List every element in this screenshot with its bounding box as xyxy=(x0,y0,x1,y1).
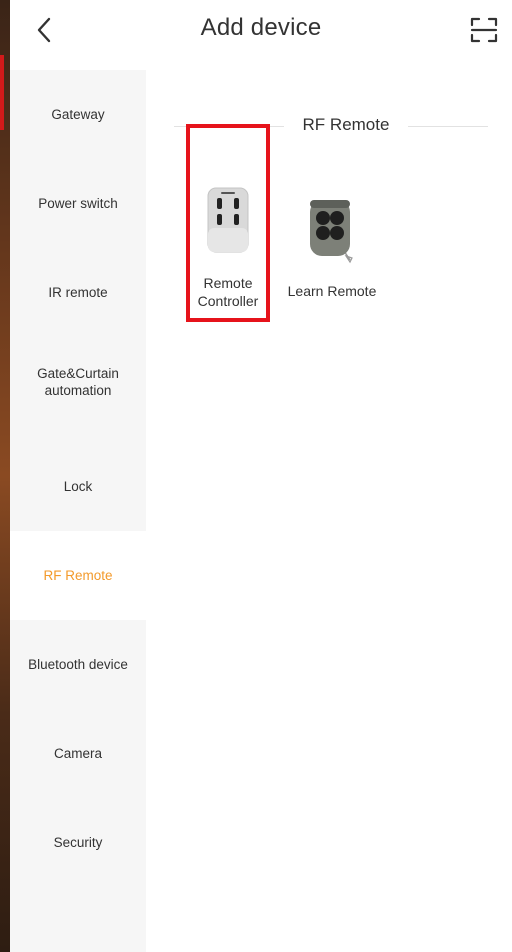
sidebar-item-power-switch[interactable]: Power switch xyxy=(10,159,146,248)
background-accent xyxy=(0,55,4,130)
learn-remote-icon xyxy=(310,200,353,264)
header-bar: Add device xyxy=(10,0,512,64)
device-list-panel: RF Remote Remote Controller Learn Remote xyxy=(146,70,512,952)
section-divider-left xyxy=(174,126,284,127)
sidebar-item-label: Bluetooth device xyxy=(28,657,128,672)
sidebar-item-label: Camera xyxy=(53,746,102,761)
section-divider-right xyxy=(408,126,488,127)
remote-controller-icon xyxy=(207,187,249,253)
scan-icon xyxy=(470,17,498,43)
sidebar-item-label: Security xyxy=(53,835,103,850)
device-label-line2: Controller xyxy=(197,293,259,309)
sidebar-item-label: Gateway xyxy=(51,107,105,122)
device-label: Learn Remote xyxy=(287,283,377,299)
sidebar-item-lock[interactable]: Lock xyxy=(10,442,146,531)
sidebar-item-label: Gate&Curtain automation xyxy=(37,365,119,398)
add-device-app: Add device Gateway Power switch IR remot… xyxy=(10,0,512,952)
sidebar-item-security[interactable]: Security xyxy=(10,798,146,887)
screen: Add device Gateway Power switch IR remot… xyxy=(0,0,512,952)
background-photo-strip xyxy=(0,0,10,952)
section-header: RF Remote xyxy=(146,114,512,138)
sidebar-item-gate-curtain-automation[interactable]: Gate&Curtain automation xyxy=(10,337,146,426)
sidebar-item-gateway[interactable]: Gateway xyxy=(10,70,146,159)
device-learn-remote[interactable]: Learn Remote xyxy=(277,198,387,300)
sidebar-item-label: RF Remote xyxy=(43,568,113,583)
category-sidebar: Gateway Power switch IR remote Gate&Curt… xyxy=(10,70,146,952)
sidebar-item-camera[interactable]: Camera xyxy=(10,709,146,798)
sidebar-item-label: Power switch xyxy=(38,196,118,211)
sidebar-item-ir-remote[interactable]: IR remote xyxy=(10,248,146,337)
section-title: RF Remote xyxy=(302,115,390,134)
sidebar-item-rf-remote[interactable]: RF Remote xyxy=(10,531,146,620)
sidebar-item-label: IR remote xyxy=(48,285,108,300)
device-remote-controller[interactable]: Remote Controller xyxy=(173,186,283,310)
scan-button[interactable] xyxy=(466,12,502,48)
sidebar-item-bluetooth-device[interactable]: Bluetooth device xyxy=(10,620,146,709)
sidebar-item-label: Lock xyxy=(63,479,93,494)
device-label-line1: Remote xyxy=(203,275,253,291)
page-title: Add device xyxy=(200,14,322,41)
